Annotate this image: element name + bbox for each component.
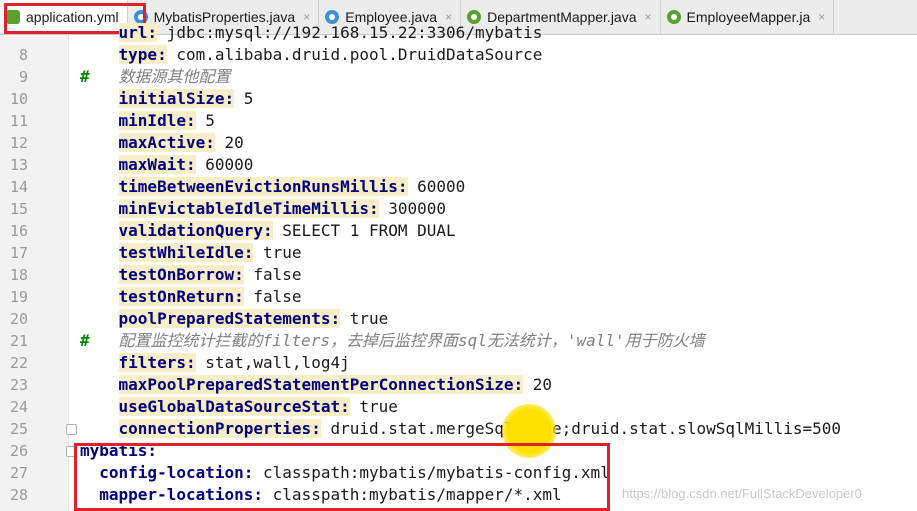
yaml-value: 20 <box>523 375 553 394</box>
yaml-key: type: <box>118 45 167 64</box>
close-icon[interactable]: × <box>818 10 825 24</box>
line-number: 25 <box>9 420 28 438</box>
line-number: 22 <box>9 354 28 372</box>
comment-marker: # <box>80 331 90 350</box>
yaml-key: maxPoolPreparedStatementPerConnectionSiz… <box>118 375 524 394</box>
close-icon[interactable]: × <box>645 10 652 24</box>
yaml-value: 60000 <box>195 155 254 174</box>
yaml-value: 300000 <box>378 199 447 218</box>
yaml-value: true <box>253 243 302 262</box>
yaml-key: minEvictableIdleTimeMillis: <box>118 199 379 218</box>
line-number: 10 <box>9 90 28 108</box>
line-number: 18 <box>9 266 28 284</box>
yaml-key: poolPreparedStatements: <box>118 309 341 328</box>
yaml-value: true <box>349 397 398 416</box>
yaml-value: stat,wall,log4j <box>195 353 350 372</box>
yaml-key: maxWait: <box>118 155 196 174</box>
yaml-key: maxActive: <box>118 133 215 152</box>
yaml-value: 5 <box>195 111 215 130</box>
highlight-box-mybatis <box>74 443 610 511</box>
interface-icon <box>666 10 681 24</box>
comment-text: 配置监控统计拦截的filters，去掉后监控界面sql无法统计，'wall'用于… <box>118 331 705 350</box>
line-number: 13 <box>9 156 28 174</box>
yaml-key: validationQuery: <box>118 221 273 240</box>
line-number: 28 <box>9 486 28 504</box>
line-number: 12 <box>9 134 28 152</box>
yaml-key: url: <box>118 23 158 42</box>
line-number: 19 <box>9 288 28 306</box>
line-number: 23 <box>9 376 28 394</box>
yaml-value: 20 <box>214 133 244 152</box>
yaml-value: druid.stat.mergeSql=true;druid.stat.slow… <box>320 419 841 438</box>
line-number: 20 <box>9 310 28 328</box>
yaml-value: 5 <box>234 89 254 108</box>
line-number: 17 <box>9 244 28 262</box>
yaml-value: true <box>340 309 389 328</box>
watermark: https://blog.csdn.net/FullStackDeveloper… <box>622 486 862 501</box>
line-number: 15 <box>9 200 28 218</box>
yaml-key: testOnReturn: <box>118 287 244 306</box>
yaml-key: testWhileIdle: <box>118 243 254 262</box>
tab-4[interactable]: EmployeeMapper.ja × <box>661 0 835 34</box>
line-number: 11 <box>9 112 28 130</box>
line-number: 16 <box>9 222 28 240</box>
line-number: 14 <box>9 178 28 196</box>
line-number: 8 <box>18 46 28 64</box>
line-number: 9 <box>18 68 28 86</box>
yaml-key: testOnBorrow: <box>118 265 244 284</box>
line-number: 27 <box>9 464 28 482</box>
yaml-key: useGlobalDataSourceStat: <box>118 397 350 416</box>
fold-marker-icon[interactable] <box>66 424 77 435</box>
yaml-key: filters: <box>118 353 196 372</box>
yaml-value: SELECT 1 FROM DUAL <box>272 221 456 240</box>
yaml-key: initialSize: <box>118 89 235 108</box>
yaml-value: jdbc:mysql://192.168.15.22:3306/mybatis <box>157 23 543 42</box>
yaml-key: connectionProperties: <box>118 419 321 438</box>
yaml-value: 60000 <box>407 177 466 196</box>
line-number: 21 <box>9 332 28 350</box>
comment-text: 数据源其他配置 <box>118 67 231 86</box>
yaml-key: minIdle: <box>118 111 196 130</box>
yaml-value: false <box>243 287 302 306</box>
line-number: 26 <box>9 442 28 460</box>
yaml-value: com.alibaba.druid.pool.DruidDataSource <box>166 45 543 64</box>
yaml-value: false <box>243 265 302 284</box>
yaml-key: timeBetweenEvictionRunsMillis: <box>118 177 408 196</box>
comment-marker: # <box>80 67 90 86</box>
tab-label: EmployeeMapper.ja <box>686 9 811 25</box>
line-number: 24 <box>9 398 28 416</box>
